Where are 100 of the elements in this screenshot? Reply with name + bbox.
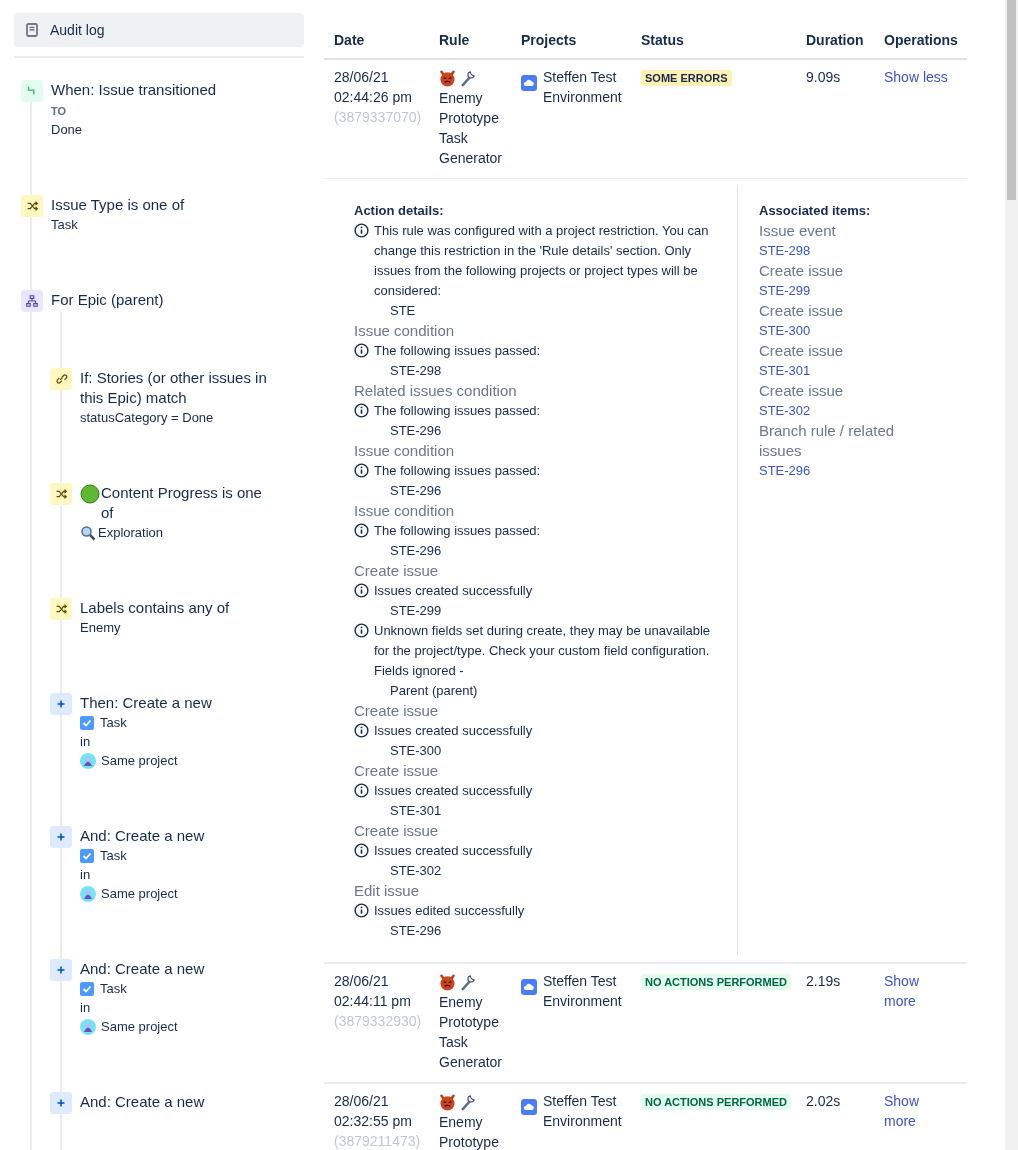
run-date: 28/06/21 bbox=[334, 972, 390, 991]
column-header: Operations bbox=[883, 31, 959, 50]
status-lozenge: NO ACTIONS PERFORMED bbox=[641, 974, 791, 990]
checkbox-icon bbox=[80, 715, 94, 730]
sidebar-item[interactable]: Audit log bbox=[14, 13, 304, 47]
associated-label: Create issue bbox=[759, 381, 844, 401]
info-icon bbox=[354, 843, 369, 858]
step-detail: Same project bbox=[101, 752, 178, 770]
wrench-icon bbox=[459, 70, 476, 87]
step-title[interactable]: When: Issue transitioned bbox=[51, 80, 217, 100]
step-title[interactable]: Content Progress is one of bbox=[101, 483, 272, 523]
issue-link[interactable]: STE-301 bbox=[759, 361, 811, 381]
action-item: STE-298 bbox=[389, 362, 443, 380]
action-name: Edit issue bbox=[354, 881, 421, 901]
run-duration: 2.19s bbox=[806, 973, 841, 989]
action-name: Create issue bbox=[354, 761, 440, 781]
robot-avatar-icon bbox=[80, 1018, 96, 1035]
action-item: STE-296 bbox=[389, 922, 443, 940]
shuffle-icon bbox=[50, 598, 72, 620]
run-id: (3879332930) bbox=[334, 1012, 423, 1031]
run-time: 02:32:55 pm bbox=[334, 1112, 413, 1131]
action-name: Issue condition bbox=[354, 441, 456, 461]
hierarchy-icon bbox=[21, 290, 43, 312]
issue-link[interactable]: STE-299 bbox=[759, 281, 811, 301]
action-message: Issues created successfully bbox=[374, 582, 533, 600]
run-duration: 9.09s bbox=[806, 69, 841, 85]
action-name: Issue condition bbox=[354, 501, 456, 521]
info-icon bbox=[354, 583, 369, 598]
toggle-details-link[interactable]: Show more bbox=[884, 1091, 950, 1131]
info-icon bbox=[354, 903, 369, 918]
step-title[interactable]: Labels contains any of bbox=[80, 598, 230, 618]
run-id: (3879211473) bbox=[334, 1132, 422, 1150]
scrollbar-thumb[interactable] bbox=[1007, 0, 1016, 200]
column-header: Duration bbox=[805, 31, 865, 50]
action-message: The following issues passed: bbox=[374, 522, 541, 540]
info-icon bbox=[354, 343, 369, 358]
action-message: The following issues passed: bbox=[374, 342, 541, 360]
action-item: STE-296 bbox=[389, 422, 443, 440]
step-detail: Task bbox=[100, 714, 127, 732]
rule-name: Enemy Prototype Task Generator bbox=[439, 993, 504, 1072]
step-title[interactable]: Issue Type is one of bbox=[51, 195, 185, 215]
associated-label: Branch rule / related issues bbox=[759, 421, 896, 461]
issue-link[interactable]: STE-300 bbox=[759, 321, 811, 341]
shuffle-icon bbox=[21, 195, 43, 217]
action-item: STE-302 bbox=[389, 862, 443, 880]
step-detail: statusCategory = Done bbox=[80, 409, 214, 427]
action-item: STE-299 bbox=[389, 602, 443, 620]
info-icon bbox=[354, 623, 369, 638]
scrollbar[interactable] bbox=[1005, 0, 1018, 1150]
action-item: Parent (parent) bbox=[389, 682, 479, 700]
cloud-project-icon bbox=[521, 979, 537, 995]
cloud-project-icon bbox=[521, 75, 537, 91]
info-icon bbox=[354, 463, 369, 478]
action-message: The following issues passed: bbox=[374, 462, 541, 480]
run-date: 28/06/21 bbox=[334, 1092, 390, 1111]
action-item: STE-296 bbox=[389, 542, 443, 560]
step-detail: Enemy bbox=[80, 619, 121, 637]
step-title[interactable]: Then: Create a new bbox=[80, 693, 212, 713]
project-name: Steffen Test Environment bbox=[543, 1092, 623, 1131]
toggle-details-link[interactable]: Show more bbox=[884, 971, 950, 1011]
run-duration: 2.02s bbox=[806, 1093, 841, 1109]
step-detail: in bbox=[80, 866, 91, 884]
action-name: Related issues condition bbox=[354, 381, 518, 401]
run-time: 02:44:11 pm bbox=[334, 992, 412, 1011]
step-detail: Exploration bbox=[98, 524, 164, 542]
step-title[interactable]: And: Create a new bbox=[80, 826, 205, 846]
column-header: Status bbox=[640, 31, 685, 50]
step-detail: Task bbox=[51, 216, 78, 234]
action-message: The following issues passed: bbox=[374, 402, 541, 420]
issue-link[interactable]: STE-302 bbox=[759, 401, 811, 421]
plus-icon bbox=[50, 959, 72, 981]
issue-link[interactable]: STE-296 bbox=[759, 461, 811, 481]
action-name: Issue condition bbox=[354, 321, 456, 341]
step-detail: Task bbox=[100, 847, 127, 865]
robot-avatar-icon bbox=[80, 752, 96, 769]
checkbox-icon bbox=[80, 848, 94, 863]
wrench-icon bbox=[459, 974, 476, 991]
action-name: Create issue bbox=[354, 561, 440, 581]
checkbox-icon bbox=[80, 981, 94, 996]
step-title[interactable]: For Epic (parent) bbox=[51, 290, 164, 310]
column-header: Projects bbox=[520, 31, 578, 50]
info-icon bbox=[354, 523, 369, 538]
action-item: STE-296 bbox=[389, 482, 443, 500]
rule-name: Enemy Prototype Task Generator bbox=[439, 89, 504, 168]
wrench-icon bbox=[459, 1094, 476, 1111]
devil-face-icon bbox=[439, 974, 456, 991]
issue-link[interactable]: STE-298 bbox=[759, 241, 811, 261]
action-message: Unknown fields set during create, they may be unavailable for the project/type. Check your custom field configuration. Fields ignored - bbox=[374, 622, 712, 680]
action-item: STE bbox=[389, 302, 417, 320]
step-title[interactable]: If: Stories (or other issues in this Epic) match bbox=[80, 368, 272, 408]
dot-icon bbox=[80, 484, 100, 504]
associated-label: Create issue bbox=[759, 261, 844, 281]
column-header: Rule bbox=[438, 31, 471, 50]
step-title[interactable]: And: Create a new bbox=[80, 959, 205, 979]
step-title[interactable]: And: Create a new bbox=[80, 1092, 205, 1112]
toggle-details-link[interactable]: Show less bbox=[884, 67, 950, 87]
link-icon bbox=[50, 368, 72, 390]
devil-face-icon bbox=[439, 1094, 456, 1111]
column-header: Date bbox=[333, 31, 366, 50]
project-name: Steffen Test Environment bbox=[543, 972, 623, 1011]
